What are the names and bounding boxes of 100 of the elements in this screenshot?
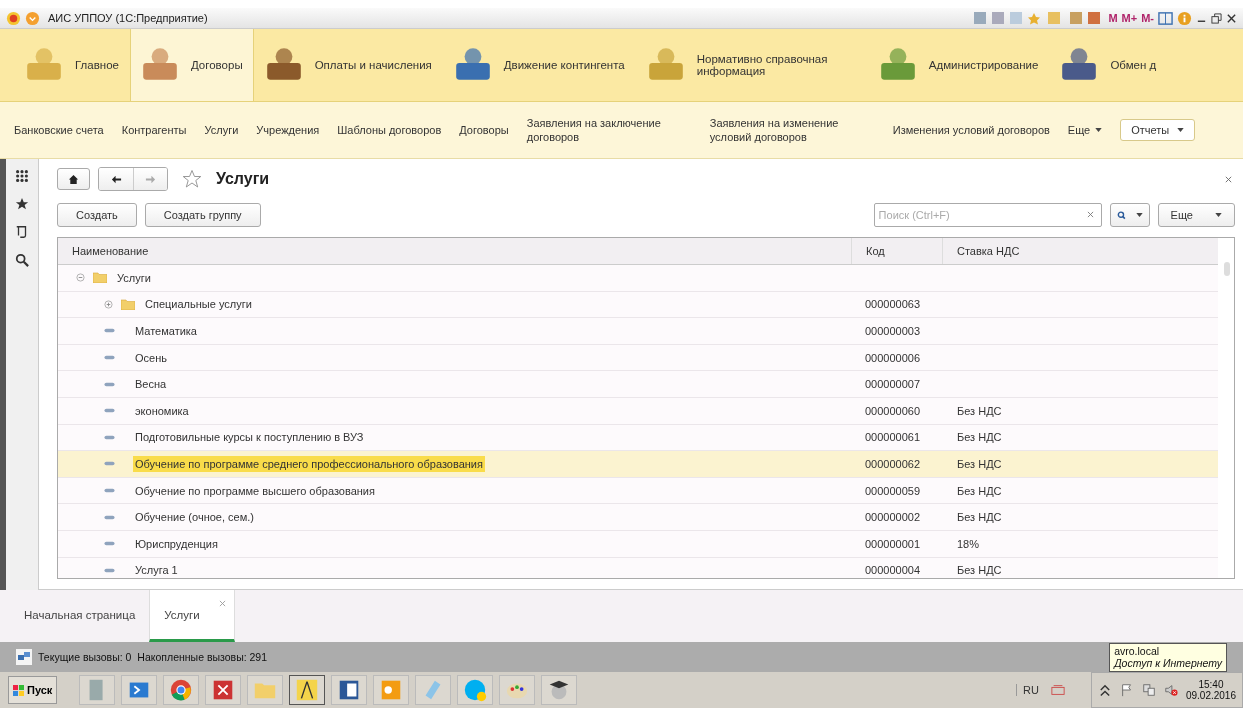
vat-cell-text: Без НДС xyxy=(956,431,1003,444)
app-logo-icon xyxy=(6,10,21,26)
powershell-icon[interactable] xyxy=(121,675,158,705)
page-tab[interactable]: Услуги xyxy=(149,590,235,642)
arrow-right-icon xyxy=(145,173,156,185)
start-button[interactable]: Пуск xyxy=(8,676,58,704)
search-icon[interactable] xyxy=(15,253,29,267)
nav-link[interactable]: Договоры xyxy=(459,122,509,138)
code-cell-text: 000000061 xyxy=(864,431,922,444)
nav-link[interactable]: Шаблоны договоров xyxy=(337,122,442,138)
section-tab[interactable]: Администрирование xyxy=(867,29,1050,101)
table-row[interactable]: Осень 000000006 xyxy=(58,344,1218,372)
code-cell-text: 000000062 xyxy=(864,457,922,470)
expand-toggle-icon[interactable] xyxy=(76,273,85,283)
name-cell-text: Обучение по программе высшего образования xyxy=(134,483,376,499)
nav-link[interactable]: Учреждения xyxy=(256,122,320,138)
code-cell-text: 000000001 xyxy=(864,537,922,550)
panel-icon[interactable] xyxy=(1158,10,1173,26)
language-indicator[interactable]: RU xyxy=(1016,684,1045,696)
presentation-icon[interactable] xyxy=(205,675,242,705)
speaker-muted-icon[interactable] xyxy=(1163,683,1178,697)
scrollbar-thumb[interactable] xyxy=(1224,262,1230,276)
item-icon xyxy=(104,461,115,467)
caret-icon xyxy=(1135,213,1143,217)
clock-time[interactable]: 15:40 xyxy=(1198,679,1224,690)
status-text: Накопленные вызовы: 291 xyxy=(137,651,268,663)
browser-icon[interactable] xyxy=(163,675,200,705)
section-tab[interactable]: Договоры xyxy=(129,29,254,101)
graduate-icon[interactable] xyxy=(541,675,578,705)
close-icon[interactable] xyxy=(1226,12,1237,24)
table-row[interactable]: Подготовильные курсы к поступлению в ВУЗ 000000061 Без НДС xyxy=(58,424,1218,452)
column-header[interactable]: Ставка НДС xyxy=(943,238,1218,264)
code-cell-text: 000000004 xyxy=(864,564,922,577)
column-header[interactable]: Код xyxy=(851,238,943,264)
favorite-star-icon[interactable] xyxy=(182,169,202,189)
menu-icon[interactable] xyxy=(25,10,40,26)
vat-cell-text: Без НДС xyxy=(956,511,1003,524)
table-row[interactable]: Услуга 1 000000004 Без НДС xyxy=(58,557,1218,578)
folder-icon xyxy=(93,272,107,284)
memory-button[interactable]: M+ xyxy=(1121,12,1138,24)
memory-button[interactable]: M xyxy=(1108,12,1118,24)
more-button[interactable]: Еще xyxy=(1157,203,1235,227)
table-row[interactable]: экономика 000000060 Без НДС xyxy=(58,397,1218,425)
nav-link[interactable]: Банковские счета xyxy=(14,122,104,138)
table-row[interactable]: Услуги xyxy=(58,265,1218,292)
code-cell-text: 000000060 xyxy=(864,404,922,417)
table-row[interactable]: Юриспруденция 000000001 18% xyxy=(58,530,1218,558)
flag-icon[interactable] xyxy=(1119,683,1134,697)
nav-link[interactable]: Заявления на заключение договоров xyxy=(526,115,692,145)
clear-icon[interactable] xyxy=(1086,211,1094,218)
create-button[interactable]: Создать группу xyxy=(144,203,261,227)
back-button[interactable] xyxy=(99,168,133,190)
section-tab[interactable]: Обмен д xyxy=(1049,29,1158,101)
vat-cell-text: Без НДС xyxy=(956,564,1003,577)
table-row[interactable]: Обучение по программе высшего образования 000000059 Без НДС xyxy=(58,477,1218,505)
item-icon xyxy=(104,514,115,520)
table-row[interactable]: Обучение по программе среднего профессионального образования 000000062 Без НДС xyxy=(58,451,1218,478)
star-icon[interactable] xyxy=(15,197,29,211)
paint-palette-icon[interactable] xyxy=(499,675,536,705)
section-tab[interactable]: Главное xyxy=(14,29,130,101)
chevron-up-icon[interactable] xyxy=(1097,683,1112,697)
table-row[interactable]: Математика 000000003 xyxy=(58,318,1218,345)
memory-button[interactable]: M- xyxy=(1141,12,1154,24)
search-button[interactable] xyxy=(1109,203,1150,227)
section-tab[interactable]: Движение контингента xyxy=(442,29,636,101)
nav-link[interactable]: Изменения условий договоров xyxy=(892,122,1050,138)
window-title: АИС УППОУ (1С:Предприятие) xyxy=(48,12,208,24)
name-cell-text: Юриспруденция xyxy=(134,536,219,552)
code-cell-text: 000000007 xyxy=(864,378,922,391)
item-icon xyxy=(104,408,115,414)
section-tab[interactable]: Нормативно справочная информация xyxy=(635,29,868,101)
search-icon xyxy=(1116,209,1128,221)
name-cell-text: Услуги xyxy=(116,270,152,286)
caret-icon xyxy=(1095,128,1103,132)
restore-icon[interactable] xyxy=(1211,12,1222,24)
clock-date[interactable]: 09.02.2016 xyxy=(1185,690,1236,701)
name-cell-text: Математика xyxy=(134,324,198,339)
expand-toggle-icon[interactable] xyxy=(104,299,113,309)
nav-link[interactable]: Услуги xyxy=(204,122,239,138)
vat-cell-text: Без НДС xyxy=(956,484,1003,497)
table-row[interactable]: Весна 000000007 xyxy=(58,371,1218,398)
more-menu[interactable]: Еще xyxy=(1067,122,1103,138)
compass-app-icon[interactable] xyxy=(289,675,326,705)
create-button[interactable]: Создать xyxy=(57,203,137,227)
home-button[interactable] xyxy=(57,168,90,190)
name-cell-text: Специальные услуги xyxy=(144,297,253,313)
table-row[interactable]: Обучение (очное, сем.) 000000002 Без НДС xyxy=(58,504,1218,531)
nav-link[interactable]: Контрагенты xyxy=(121,122,187,138)
item-icon xyxy=(104,434,115,440)
reports-button[interactable]: Отчеты xyxy=(1120,119,1196,141)
nav-link[interactable]: Заявления на изменение условий договоров xyxy=(709,115,875,145)
column-header[interactable]: Наименование xyxy=(58,238,851,264)
name-cell-text: Осень xyxy=(134,350,168,366)
page-tab[interactable]: Начальная страница xyxy=(10,590,150,642)
arrow-left-icon xyxy=(110,173,122,185)
section-tab[interactable]: Оплаты и начисления xyxy=(253,29,443,101)
table-row[interactable]: Специальные услуги 000000063 xyxy=(58,291,1218,319)
search-field[interactable]: Поиск (Ctrl+F) xyxy=(873,203,1102,227)
apps-grid-icon[interactable] xyxy=(15,169,29,183)
item-icon xyxy=(104,355,115,361)
